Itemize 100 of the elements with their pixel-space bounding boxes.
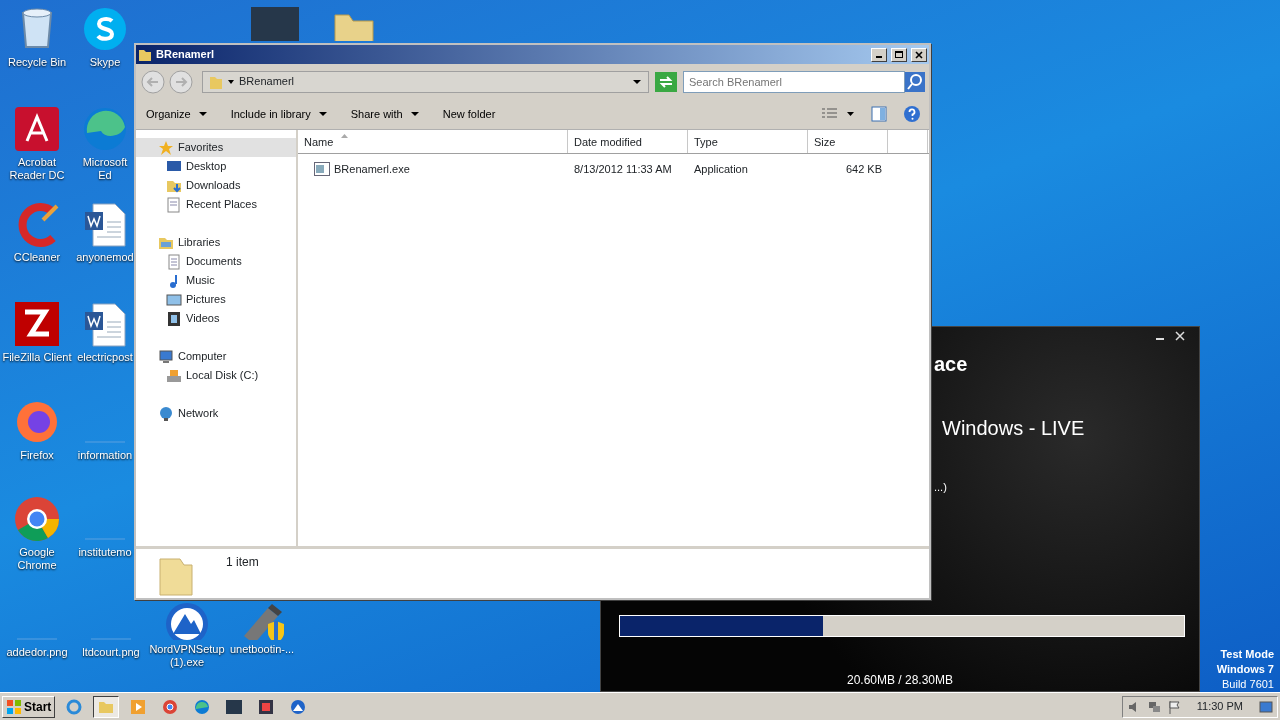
icon-label[interactable]: electricpost [77,351,133,364]
nav-label: Recent Places [186,197,257,213]
toolbar-button[interactable]: New folder [440,103,498,125]
chrome-icon[interactable] [13,495,61,543]
network-icon[interactable] [1146,699,1161,714]
address-bar[interactable]: BRenamerl [202,70,649,93]
start-button[interactable]: Start [2,695,56,718]
file-date: 8/13/2012 11:33 AM [573,161,673,177]
caret-icon [198,111,207,117]
computer-icon [158,348,174,365]
file-type: Application [693,161,749,177]
filezilla-icon[interactable] [13,300,61,348]
recent-icon [166,196,182,213]
nav-item[interactable]: Pictures [136,290,296,309]
taskbar-button[interactable] [93,695,120,718]
address-text: BRenamerl [239,74,296,90]
column-header[interactable]: Type [688,130,808,153]
toolbar-button[interactable]: Organize [144,103,209,125]
close-icon [914,49,924,60]
help-icon[interactable] [903,105,921,123]
flag-icon[interactable] [1166,699,1181,714]
minimize-button[interactable] [871,47,887,62]
file-size: 642 KB [844,161,882,177]
column-header[interactable]: Size [808,130,888,153]
show-desktop-icon[interactable] [1259,700,1273,713]
icon-label[interactable]: information [77,449,133,462]
nav-label: Local Disk (C:) [186,368,259,384]
caret-icon[interactable] [227,77,235,86]
nav-item[interactable]: Videos [136,309,296,328]
installer-title: ace [934,352,969,377]
media-player-icon [130,698,147,715]
nav-label: Documents [186,254,242,270]
maximize-button[interactable] [891,47,907,62]
installer-status: ...) [934,480,948,495]
header-label: Name [304,135,334,149]
folder-icon [138,47,152,62]
sort-arrow-icon [341,134,349,139]
icon-label[interactable]: Acrobat Reader DC [0,156,74,182]
icon-label[interactable]: NordVPNSetup (1).exe [149,643,225,669]
file-row[interactable]: BRenamerl.exe 8/13/2012 11:33 AM Application 642 KB [298,158,929,180]
column-header[interactable]: Date modified [568,130,688,153]
download-size: 20.60MB / 28.30MB [845,672,955,689]
windows-logo-icon [6,698,22,715]
nav-label: Pictures [186,292,226,308]
header-label: Size [814,135,836,149]
toolbar-button[interactable]: Include in library [228,103,329,125]
nav-label: Downloads [186,178,241,194]
icon-label[interactable]: ltdcourt.png [82,646,140,659]
nav-label: Desktop [186,159,227,175]
nav-label: Favorites [178,140,224,156]
nav-label: Music [186,273,215,289]
mountain-icon[interactable] [163,600,211,640]
dropdown-icon[interactable] [632,77,642,86]
nav-item[interactable]: Favorites [136,138,296,157]
build-label: Build 7601 [1222,677,1274,692]
header-label: Type [694,135,718,149]
refresh-icon[interactable] [655,71,677,92]
pdf-icon[interactable] [13,105,61,153]
icon-label[interactable]: Microsoft Ed [76,156,134,182]
skype-icon[interactable] [81,5,129,53]
nav-item[interactable]: Desktop [136,157,296,176]
window-title: BRenamerl [156,47,216,63]
icon-label[interactable]: Recycle Bin [7,56,67,69]
nav-item[interactable]: Local Disk (C:) [136,366,296,385]
nav-label: Computer [178,349,227,365]
nav-item[interactable]: Recent Places [136,195,296,214]
test-mode-label: Windows 7 [1216,662,1274,677]
icon-label[interactable]: CCleaner [13,251,61,264]
icon-label[interactable]: Skype [89,56,121,69]
icon-label[interactable]: Google Chrome [0,546,74,572]
toolbar-button[interactable]: Share with [348,103,421,125]
network-icon [158,405,174,422]
search-icon[interactable] [905,71,925,92]
icon-label[interactable]: unetbootin-... [229,643,295,656]
nav-item[interactable]: Documents [136,252,296,271]
close-icon[interactable] [1175,331,1185,341]
test-mode-label: Test Mode [1220,647,1274,662]
nav-label: Network [178,406,219,422]
icon-label[interactable]: institutemo [78,546,132,559]
nav-item[interactable]: Libraries [136,233,296,252]
nav-item[interactable]: Computer [136,347,296,366]
column-header[interactable]: Name [298,130,568,153]
search-field[interactable]: Search BRenamerl [683,70,905,93]
nav-item[interactable]: Downloads [136,176,296,195]
icon-label[interactable]: anyonemod [76,251,134,264]
view-options-icon[interactable] [821,107,855,121]
nav-item[interactable]: Network [136,404,296,423]
app-window-icon [258,698,275,715]
item-count: 1 item [226,554,259,571]
nav-item[interactable]: Music [136,271,296,290]
preview-pane-icon[interactable] [871,106,887,122]
file-name: BRenamerl.exe [334,161,410,177]
icon-label[interactable]: FileZilla Client [2,351,72,364]
close-button[interactable] [911,47,927,62]
icon-label[interactable]: Firefox [20,449,54,462]
maximize-icon [894,49,904,60]
caret-icon [410,111,419,117]
videos-icon [166,310,182,327]
icon-label[interactable]: addedor.png [6,646,68,659]
nav-label: Videos [186,311,220,327]
